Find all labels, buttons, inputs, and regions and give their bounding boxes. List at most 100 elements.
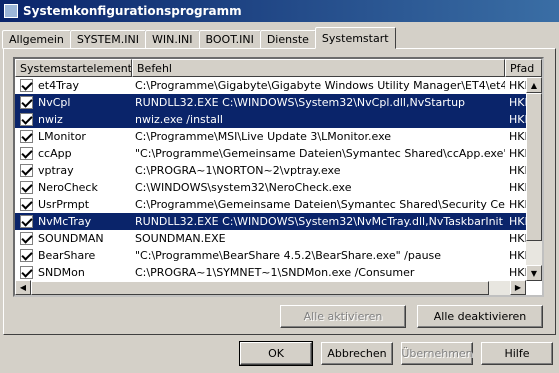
startup-item-name: NeroCheck [38,181,98,194]
list-rows: et4Tray C:\Programme\Gigabyte\Gigabyte Wi… [15,77,526,281]
command-cell: C:\Programme\MSI\Live Update 3\LMonitor.… [135,130,392,143]
startup-item-cell: NvCpl [15,96,132,109]
vertical-scroll-thumb[interactable] [526,93,542,241]
enable-all-button[interactable]: Alle aktivieren [280,305,406,328]
window-title: Systemkonfigurationsprogramm [23,4,242,18]
path-cell: HKLM [509,79,526,92]
table-row[interactable]: ccApp "C:\Programme\Gemeinsame Dateien\Sy… [15,145,526,162]
startup-item-cell: vptray [15,164,132,177]
table-row[interactable]: NeroCheck C:\WINDOWS\system32\NeroCheck.e… [15,179,526,196]
enable-checkbox[interactable] [20,198,33,211]
command-cell: nwiz.exe /install [135,113,223,126]
table-row[interactable]: NvMcTray RUNDLL32.EXE C:\WINDOWS\System32… [15,213,526,230]
cancel-button[interactable]: Abbrechen [321,342,393,365]
apply-button[interactable]: Übernehmen [401,342,473,365]
disable-all-button[interactable]: Alle deaktivieren [417,305,543,328]
command-cell: RUNDLL32.EXE C:\WINDOWS\System32\NvMcTra… [135,215,503,228]
path-cell: HKLM [509,232,526,245]
startup-item-cell: nwiz [15,113,132,126]
path-cell: HKLM [509,96,526,109]
startup-item-name: nwiz [38,113,63,126]
table-row[interactable]: NvCpl RUNDLL32.EXE C:\WINDOWS\System32\Nv… [15,94,526,111]
command-cell: C:\PROGRA~1\SYMNET~1\SNDMon.exe /Consume… [135,266,415,279]
path-cell: HKLM [509,249,526,262]
table-row[interactable]: UsrPrmpt C:\Programme\Gemeinsame Dateien\… [15,196,526,213]
ok-button[interactable]: OK [239,341,313,366]
enable-checkbox[interactable] [20,181,33,194]
startup-item-cell: NeroCheck [15,181,132,194]
table-row[interactable]: BearShare "C:\Programme\BearShare 4.5.2\B… [15,247,526,264]
enable-checkbox[interactable] [20,215,33,228]
table-row[interactable]: SOUNDMAN SOUNDMAN.EXE HKLM [15,230,526,247]
tab-win-ini[interactable]: WIN.INI [144,30,200,49]
tab-systemstart[interactable]: Systemstart [314,27,396,49]
column-header-path[interactable]: Pfad [505,59,542,77]
startup-item-cell: SNDMon [15,266,132,279]
path-cell: HKLM [509,147,526,160]
startup-item-name: vptray [38,164,74,177]
startup-item-name: BearShare [38,249,96,262]
startup-item-name: SNDMon [38,266,85,279]
enable-checkbox[interactable] [20,147,33,160]
tab-system-ini[interactable]: SYSTEM.INI [69,30,146,49]
command-cell: SOUNDMAN.EXE [135,232,226,245]
startup-item-cell: NvMcTray [15,215,132,228]
table-row[interactable]: SNDMon C:\PROGRA~1\SYMNET~1\SNDMon.exe /C… [15,264,526,281]
vertical-scrollbar[interactable]: ▲ ▼ [526,77,542,281]
startup-item-name: LMonitor [38,130,86,143]
help-button[interactable]: Hilfe [481,342,553,365]
command-cell: C:\Programme\Gigabyte\Gigabyte Windows U… [135,79,505,92]
startup-item-name: UsrPrmpt [38,198,90,211]
title-bar[interactable]: Systemkonfigurationsprogramm [0,0,559,22]
enable-checkbox[interactable] [20,164,33,177]
startup-list[interactable]: Systemstartelement Befehl Pfad et4Tray C:… [13,57,544,297]
scroll-left-arrow-icon[interactable]: ◀ [15,280,31,295]
command-cell: "C:\Programme\Gemeinsame Dateien\Symante… [135,147,505,160]
enable-checkbox[interactable] [20,249,33,262]
msconfig-app-icon [4,4,18,18]
scroll-up-arrow-icon[interactable]: ▲ [526,77,542,93]
column-header-startup-item[interactable]: Systemstartelement [15,59,132,77]
enable-checkbox[interactable] [20,113,33,126]
startup-item-cell: BearShare [15,249,132,262]
enable-checkbox[interactable] [20,96,33,109]
startup-item-cell: LMonitor [15,130,132,143]
tab-allgemein[interactable]: Allgemein [2,30,71,49]
startup-item-name: et4Tray [38,79,79,92]
startup-item-name: ccApp [38,147,72,160]
table-row[interactable]: nwiz nwiz.exe /install HKLM [15,111,526,128]
enable-checkbox[interactable] [20,232,33,245]
tab-strip: Allgemein SYSTEM.INI WIN.INI BOOT.INI Di… [2,27,396,49]
path-cell: HKLM [509,130,526,143]
path-cell: HKLM [509,266,526,279]
enable-checkbox[interactable] [20,266,33,279]
horizontal-scroll-thumb[interactable] [31,281,489,295]
command-cell: C:\PROGRA~1\NORTON~2\vptray.exe [135,164,341,177]
startup-item-cell: ccApp [15,147,132,160]
table-row[interactable]: et4Tray C:\Programme\Gigabyte\Gigabyte Wi… [15,77,526,94]
startup-item-name: SOUNDMAN [38,232,104,245]
path-cell: HKLM [509,113,526,126]
horizontal-scrollbar[interactable]: ◀ ▶ [15,280,526,295]
path-cell: HKLM [509,215,526,228]
table-row[interactable]: LMonitor C:\Programme\MSI\Live Update 3\L… [15,128,526,145]
path-cell: HKLM [509,164,526,177]
command-cell: "C:\Programme\BearShare 4.5.2\BearShare.… [135,249,442,262]
tab-boot-ini[interactable]: BOOT.INI [198,30,261,49]
command-cell: C:\WINDOWS\system32\NeroCheck.exe [135,181,352,194]
scroll-right-arrow-icon[interactable]: ▶ [510,280,526,295]
tab-dienste[interactable]: Dienste [259,30,316,49]
startup-item-name: NvMcTray [38,215,92,228]
table-row[interactable]: vptray C:\PROGRA~1\NORTON~2\vptray.exe HKL… [15,162,526,179]
path-cell: HKLM [509,198,526,211]
column-header-command[interactable]: Befehl [132,59,505,77]
scroll-down-arrow-icon[interactable]: ▼ [526,265,542,281]
command-cell: C:\Programme\Gemeinsame Dateien\Symantec… [135,198,505,211]
startup-item-cell: et4Tray [15,79,132,92]
path-cell: HKLM [509,181,526,194]
startup-item-name: NvCpl [38,96,71,109]
startup-item-cell: UsrPrmpt [15,198,132,211]
enable-checkbox[interactable] [20,79,33,92]
startup-item-cell: SOUNDMAN [15,232,132,245]
enable-checkbox[interactable] [20,130,33,143]
